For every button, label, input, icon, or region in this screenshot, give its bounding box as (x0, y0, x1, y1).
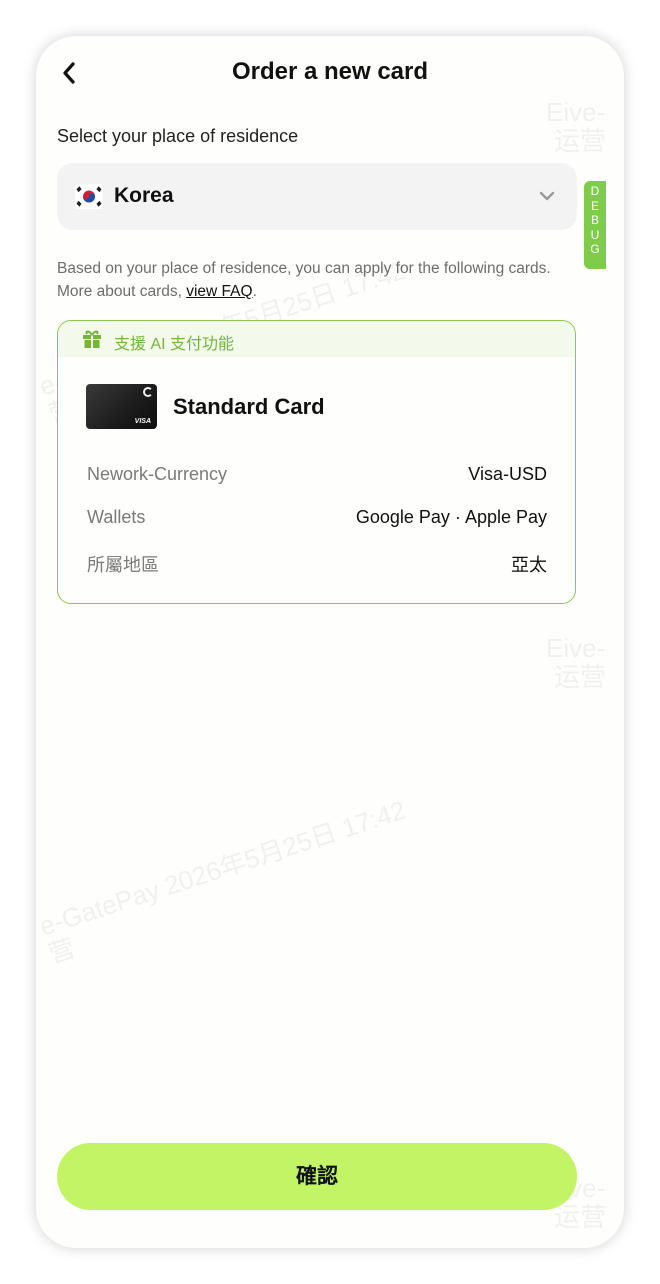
view-faq-link[interactable]: view FAQ (186, 283, 252, 300)
detail-label: Wallets (87, 507, 146, 527)
detail-row: Wallets Google Pay · Apple Pay (87, 507, 547, 531)
detail-row: Nework-Currency Visa-USD (87, 464, 547, 488)
detail-value: Google Pay · Apple Pay (355, 507, 547, 527)
debug-tab[interactable]: D E B U G (584, 181, 606, 269)
residence-label: Select your place of residence (57, 126, 299, 146)
detail-row: 所屬地區 亞太 (87, 551, 547, 575)
gift-icon (83, 330, 101, 348)
confirm-button[interactable]: 確認 (57, 1143, 577, 1210)
card-option[interactable]: 支援 AI 支付功能 VISA Standard Card Nework-Cur… (57, 320, 576, 604)
korea-flag-icon (75, 184, 103, 209)
promo-banner: 支援 AI 支付功能 (58, 321, 575, 357)
card-logo-icon (143, 387, 153, 397)
residence-select[interactable]: Korea (57, 163, 577, 230)
detail-label: Nework-Currency (87, 464, 228, 484)
card-image: VISA (86, 384, 157, 429)
detail-label: 所屬地區 (87, 555, 159, 575)
card-name: Standard Card (173, 394, 325, 419)
detail-value: 亞太 (511, 555, 547, 575)
watermark: e-GatePay 2026年5月25日 17:42营 (36, 794, 410, 969)
promo-text: 支援 AI 支付功能 (114, 336, 235, 353)
residence-value: Korea (114, 184, 174, 207)
page-title: Order a new card (231, 58, 429, 85)
info-text: Based on your place of residence, you ca… (57, 260, 551, 300)
card-brand: VISA (134, 418, 151, 425)
detail-value: Visa-USD (468, 464, 547, 484)
header: Order a new card (36, 36, 624, 112)
chevron-down-icon (539, 191, 555, 201)
watermark: Eive- 运营 (546, 633, 607, 692)
phone-screen: Eive-运营 Eive-运营 Eive-运营 e-GatePay 2026年5… (36, 36, 624, 1248)
